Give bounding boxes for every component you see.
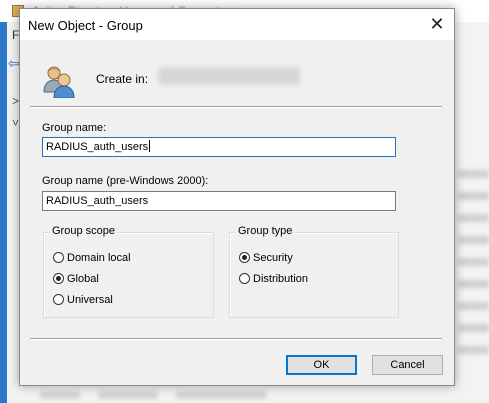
footer-separator bbox=[30, 338, 442, 340]
radio-icon[interactable] bbox=[53, 294, 64, 305]
parent-bottom-rows bbox=[40, 388, 460, 400]
radio-icon[interactable] bbox=[239, 273, 250, 284]
group-name-pre2000-value: RADIUS_auth_users bbox=[46, 195, 149, 207]
taskbar-edge bbox=[0, 0, 7, 403]
ok-button[interactable]: OK bbox=[286, 355, 357, 375]
group-name-pre2000-label: Group name (pre-Windows 2000): bbox=[42, 175, 209, 187]
cancel-button[interactable]: Cancel bbox=[372, 355, 443, 375]
group-name-input[interactable]: RADIUS_auth_users bbox=[42, 137, 396, 157]
group-icon bbox=[43, 66, 75, 98]
radio-selected-icon[interactable] bbox=[239, 252, 250, 263]
type-security-option[interactable]: Security bbox=[239, 251, 293, 265]
tree-expanders: > ˅ bbox=[12, 90, 19, 134]
scope-universal-label: Universal bbox=[67, 294, 113, 306]
group-scope-box: Group scope Domain local Global Universa… bbox=[43, 225, 214, 318]
type-distribution-label: Distribution bbox=[253, 273, 309, 285]
group-scope-title: Group scope bbox=[50, 225, 117, 237]
scope-universal-option[interactable]: Universal bbox=[53, 293, 113, 307]
back-arrow-icon[interactable]: ⇦ bbox=[8, 55, 20, 72]
type-distribution-option[interactable]: Distribution bbox=[239, 272, 308, 286]
scope-domain-local-label: Domain local bbox=[67, 252, 131, 264]
radio-selected-icon[interactable] bbox=[53, 273, 64, 284]
dialog-title: New Object - Group bbox=[28, 18, 143, 33]
radio-icon[interactable] bbox=[53, 252, 64, 263]
parent-list-rows bbox=[458, 170, 489, 368]
type-security-label: Security bbox=[253, 252, 293, 264]
scope-global-label: Global bbox=[67, 273, 99, 285]
group-type-title: Group type bbox=[236, 225, 295, 237]
scope-domain-local-option[interactable]: Domain local bbox=[53, 251, 131, 265]
tree-collapse-icon[interactable]: ˅ bbox=[12, 112, 19, 134]
create-in-label: Create in: bbox=[96, 72, 149, 86]
close-button[interactable]: ✕ bbox=[420, 9, 454, 40]
header-separator bbox=[30, 106, 442, 108]
create-in-path bbox=[158, 67, 300, 85]
group-name-label: Group name: bbox=[42, 122, 107, 134]
group-name-value: RADIUS_auth_users bbox=[46, 141, 149, 153]
tree-expand-icon[interactable]: > bbox=[12, 90, 19, 112]
new-group-dialog: New Object - Group ✕ Create in: Group na… bbox=[19, 8, 455, 386]
dialog-titlebar: New Object - Group ✕ bbox=[20, 9, 454, 40]
group-name-pre2000-input[interactable]: RADIUS_auth_users bbox=[42, 191, 396, 211]
scope-global-option[interactable]: Global bbox=[53, 272, 99, 286]
group-type-box: Group type Security Distribution bbox=[229, 225, 399, 318]
text-caret bbox=[149, 140, 151, 152]
